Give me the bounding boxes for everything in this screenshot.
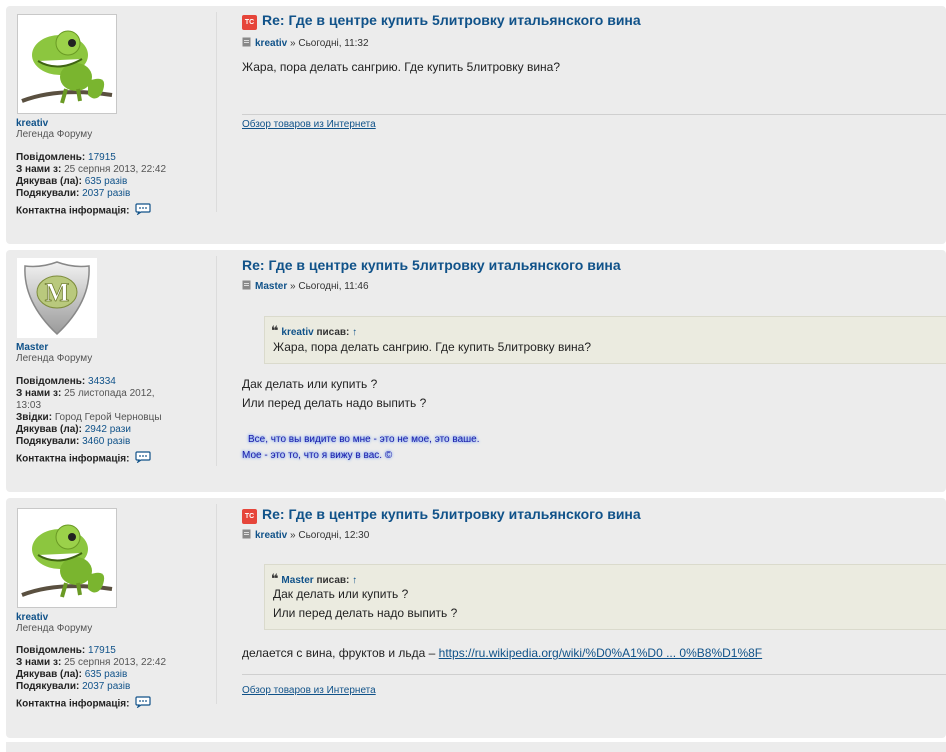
thanks-link[interactable]: 2037 разів xyxy=(82,188,130,199)
signature-line: Все, что вы видите во мне - это не мое, … xyxy=(248,434,480,445)
profile-joined: З нами з: 25 серпня 2013, 22:42 xyxy=(16,164,167,175)
profile-joined: З нами з: 25 листопада 2012, 13:03 xyxy=(16,388,155,411)
thanked-link[interactable]: 635 разів xyxy=(85,669,128,680)
profile-joined: З нами з: 25 серпня 2013, 22:42 xyxy=(16,657,167,668)
thanked-link[interactable]: 2942 рази xyxy=(85,424,131,435)
post-title[interactable]: Re: Где в центре купить 5литровку италья… xyxy=(242,257,621,273)
post-body: Жара, пора делать сангрию. Где купить 5л… xyxy=(242,60,560,74)
avatar[interactable]: M xyxy=(17,258,97,338)
thanks-link[interactable]: 2037 разів xyxy=(82,681,130,692)
profile-posts: Повідомлень: 34334 xyxy=(16,376,116,387)
thanks-link[interactable]: 3460 разів xyxy=(82,436,130,447)
quote-text: Жара, пора делать сангрию. Где купить 5л… xyxy=(273,340,591,354)
post-author-link[interactable]: kreativ xyxy=(255,38,287,49)
chameleon-icon xyxy=(21,30,113,104)
posts-count-link[interactable]: 17915 xyxy=(88,645,116,656)
speech-bubble-icon[interactable] xyxy=(135,203,151,219)
posts-count-link[interactable]: 34334 xyxy=(88,376,116,387)
quote-block: ❝ kreativ писав: ↑ Жара, пора делать сан… xyxy=(264,316,946,364)
profile-thanked: Дякував (ла): 635 разів xyxy=(16,669,128,680)
post-author-link[interactable]: Master xyxy=(255,281,287,292)
profile-thanks: Подякували: 2037 разів xyxy=(16,681,131,692)
post-document-icon[interactable] xyxy=(242,529,251,542)
quote-header: ❝ kreativ писав: ↑ xyxy=(271,323,358,338)
master-shield-icon: M xyxy=(17,258,97,338)
thanked-link[interactable]: 635 разів xyxy=(85,176,128,187)
post: kreativ Легенда Форуму Повідомлень: 1791… xyxy=(6,498,946,738)
quote-marks-icon: ❝ xyxy=(271,323,279,338)
avatar[interactable] xyxy=(17,508,117,608)
author-rank: Легенда Форуму xyxy=(16,129,93,140)
wikipedia-link[interactable]: https://ru.wikipedia.org/wiki/%D0%A1%D0 … xyxy=(439,646,762,660)
author-rank: Легенда Форуму xyxy=(16,623,93,634)
speech-bubble-icon[interactable] xyxy=(135,696,151,712)
post-body-line: Дак делать или купить ? xyxy=(242,377,378,391)
signature-line: Мое - это то, что я вижу в вас. © xyxy=(242,450,393,461)
profile-location: Звідки: Город Герой Черновцы xyxy=(16,412,162,423)
profile-thanks: Подякували: 3460 разів xyxy=(16,436,131,447)
quote-source-arrow-icon[interactable]: ↑ xyxy=(352,327,357,338)
posts-count-link[interactable]: 17915 xyxy=(88,152,116,163)
post-title[interactable]: TC Re: Где в центре купить 5литровку итал… xyxy=(242,12,641,30)
column-divider xyxy=(216,12,217,212)
signature-divider xyxy=(242,114,946,115)
post: kreativ Легенда Форуму Повідомлень: 1791… xyxy=(6,6,946,244)
svg-text:M: M xyxy=(45,278,70,307)
post-body: делается с вина, фруктов и льда – https:… xyxy=(242,646,763,660)
avatar[interactable] xyxy=(17,14,117,114)
author-name[interactable]: Master xyxy=(16,342,48,353)
speech-bubble-icon[interactable] xyxy=(135,451,151,467)
signature-link[interactable]: Обзор товаров из Интернета xyxy=(242,119,376,130)
profile-thanked: Дякував (ла): 635 разів xyxy=(16,176,128,187)
post-meta: kreativ » Сьогодні, 12:30 xyxy=(242,529,369,542)
column-divider xyxy=(216,256,217,466)
quote-block: ❝ Master писав: ↑ Дак делать или купить … xyxy=(264,564,946,630)
profile-thanks: Подякували: 2037 разів xyxy=(16,188,131,199)
profile-posts: Повідомлень: 17915 xyxy=(16,645,116,656)
quote-text: Дак делать или купить ? xyxy=(273,587,409,601)
post-document-icon[interactable] xyxy=(242,280,251,293)
quote-marks-icon: ❝ xyxy=(271,571,279,586)
quote-text: Или перед делать надо выпить ? xyxy=(273,606,458,620)
post-body-line: Или перед делать надо выпить ? xyxy=(242,396,427,410)
chameleon-icon xyxy=(21,524,113,598)
profile-contact: Контактна інформація: xyxy=(16,203,206,219)
post-meta: Master » Сьогодні, 11:46 xyxy=(242,280,369,293)
profile-contact: Контактна інформація: xyxy=(16,696,206,712)
quote-source-arrow-icon[interactable]: ↑ xyxy=(352,575,357,586)
post-title[interactable]: TC Re: Где в центре купить 5литровку итал… xyxy=(242,506,641,524)
quote-author-link[interactable]: Master xyxy=(281,575,313,586)
author-rank: Легенда Форуму xyxy=(16,353,93,364)
profile-contact: Контактна інформація: xyxy=(16,451,206,467)
post-meta: kreativ » Сьогодні, 11:32 xyxy=(242,37,369,50)
profile-thanked: Дякував (ла): 2942 рази xyxy=(16,424,131,435)
tapatalk-badge-icon: TC xyxy=(242,15,257,30)
post: M Master Легенда Форуму Повідомлень: 343… xyxy=(6,250,946,492)
quote-author-link[interactable]: kreativ xyxy=(281,327,313,338)
signature-divider xyxy=(242,674,946,675)
tapatalk-badge-icon: TC xyxy=(242,509,257,524)
author-name[interactable]: kreativ xyxy=(16,612,48,623)
post-document-icon[interactable] xyxy=(242,37,251,50)
signature-link[interactable]: Обзор товаров из Интернета xyxy=(242,685,376,696)
quote-header: ❝ Master писав: ↑ xyxy=(271,571,358,586)
next-post-edge xyxy=(6,742,946,752)
post-author-link[interactable]: kreativ xyxy=(255,530,287,541)
author-name[interactable]: kreativ xyxy=(16,118,48,129)
profile-posts: Повідомлень: 17915 xyxy=(16,152,116,163)
column-divider xyxy=(216,504,217,704)
